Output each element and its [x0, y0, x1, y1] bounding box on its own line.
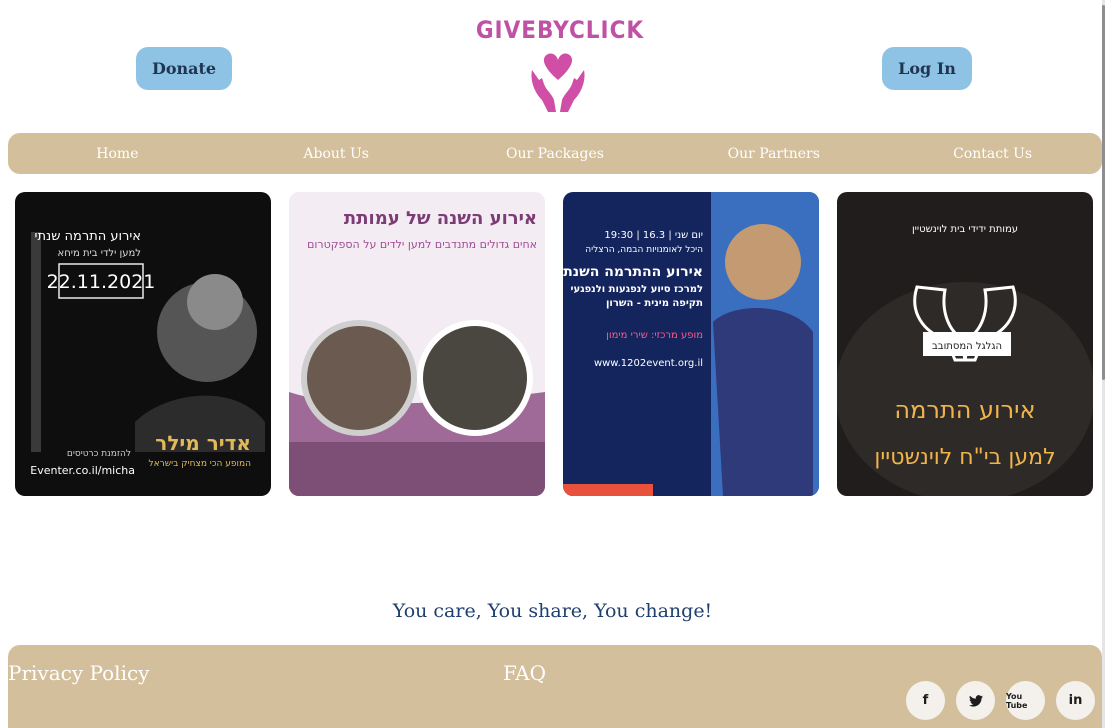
- twitter-bird-icon: [968, 694, 983, 707]
- poster-4-logo-text: הגלגל המסתובב: [932, 341, 1002, 352]
- poster-1-title: אירוע התרמה שנתי: [35, 229, 141, 244]
- nav-our-partners[interactable]: Our Partners: [664, 146, 883, 162]
- heart-hands-icon: [531, 53, 585, 112]
- twitter-icon[interactable]: [956, 681, 995, 720]
- poster-2-subtitle: אחים גדולים מתנדבים למען ילדים על הספקטר…: [307, 238, 537, 251]
- poster-4-subtitle: למען בי"ח לוינשטיין: [874, 445, 1055, 470]
- site-logo-text[interactable]: GIVEBYCLICK: [470, 16, 650, 44]
- event-card-4[interactable]: עמותת ידידי בית לוינשטיין הגלגל המסתובב …: [837, 192, 1093, 496]
- login-button[interactable]: Log In: [882, 47, 972, 90]
- poster-1-date: 22.11.2021: [47, 271, 156, 293]
- nav-about-us[interactable]: About Us: [227, 146, 446, 162]
- poster-1-url: Eventer.co.il/micha: [30, 464, 135, 477]
- poster-4-arc-text: עמותת ידידי בית לוינשטיין: [912, 224, 1018, 235]
- youtube-icon[interactable]: You Tube: [1006, 681, 1045, 720]
- poster-1-tickets-label: להזמנת כרטיסים: [67, 449, 131, 459]
- poster-3-date: יום שני | 16.3 | 19:30: [604, 230, 703, 241]
- event-poster-2: אירוע השנה של עמותת אחים גדולים מתנדבים …: [289, 192, 545, 496]
- linkedin-icon[interactable]: in: [1056, 681, 1095, 720]
- main-nav: Home About Us Our Packages Our Partners …: [8, 133, 1102, 174]
- poster-3-artist: מופע מרכזי: שירי מימון: [606, 330, 703, 341]
- facebook-icon[interactable]: f: [906, 681, 945, 720]
- nav-home[interactable]: Home: [8, 146, 227, 162]
- poster-1-show: המופע הכי מצחיק בישראל: [149, 459, 252, 469]
- tagline: You care, You share, You change!: [392, 600, 713, 622]
- event-card-1[interactable]: אירוע התרמה שנתי למען ילדי בית מיחא 22.1…: [15, 192, 271, 496]
- event-poster-4: עמותת ידידי בית לוינשטיין הגלגל המסתובב …: [837, 192, 1093, 496]
- nav-our-packages[interactable]: Our Packages: [446, 146, 665, 162]
- poster-3-venue: היכל לאומנויות הבמה, הרצליה: [585, 245, 703, 255]
- poster-3-line1: למרכז סיוע לנפגעות ולנפגעי: [571, 284, 703, 295]
- faq-link[interactable]: FAQ: [503, 661, 546, 685]
- poster-1-subtitle: למען ילדי בית מיחא: [58, 248, 141, 259]
- nav-contact-us[interactable]: Contact Us: [883, 146, 1102, 162]
- event-card-2[interactable]: אירוע השנה של עמותת אחים גדולים מתנדבים …: [289, 192, 545, 496]
- donate-button[interactable]: Donate: [136, 47, 232, 90]
- poster-3-url: www.1202event.org.il: [594, 358, 703, 369]
- event-poster-3: יום שני | 16.3 | 19:30 היכל לאומנויות הב…: [563, 192, 819, 496]
- poster-3-line2: תקיפה מינית - השרון: [606, 298, 703, 309]
- poster-3-title: אירוע ההתרמה השנתי: [563, 264, 703, 280]
- footer: Privacy Policy FAQ f You Tube in: [8, 645, 1102, 728]
- poster-2-title: אירוע השנה של עמותת: [344, 208, 537, 229]
- event-poster-1: אירוע התרמה שנתי למען ילדי בית מיחא 22.1…: [15, 192, 271, 496]
- poster-1-headliner: אדיר מילר: [155, 431, 251, 455]
- event-card-3[interactable]: יום שני | 16.3 | 19:30 היכל לאומנויות הב…: [563, 192, 819, 496]
- privacy-policy-link[interactable]: Privacy Policy: [8, 661, 149, 685]
- poster-4-title: אירוע התרמה: [894, 396, 1035, 424]
